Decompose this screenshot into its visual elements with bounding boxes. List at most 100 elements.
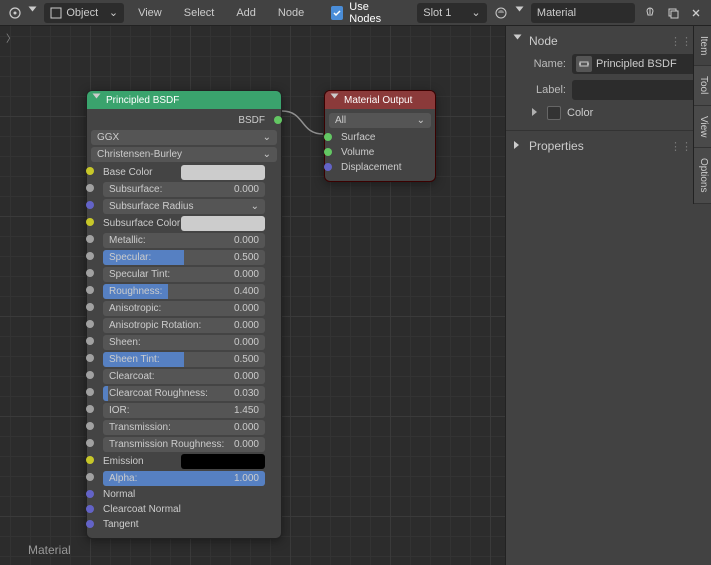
use-nodes-checkbox[interactable] [331, 6, 343, 20]
node-label-input[interactable] [572, 80, 703, 100]
value-slider[interactable]: Specular:0.500 [103, 250, 265, 265]
socket-input[interactable] [324, 148, 332, 156]
node-header[interactable]: Material Output [325, 91, 435, 109]
socket-input[interactable] [86, 371, 94, 379]
new-material-icon[interactable] [664, 3, 681, 23]
socket-input[interactable] [86, 286, 94, 294]
panel-title: Node [529, 34, 558, 48]
panel-header-properties[interactable]: Properties ⋮⋮⋮ [514, 135, 703, 157]
value-slider[interactable]: Roughness:0.400 [103, 284, 265, 299]
socket-input[interactable] [86, 320, 94, 328]
node-header[interactable]: Principled BSDF [87, 91, 281, 109]
node-editor-area[interactable]: 〉 Material Principled BSDF BSDF GGX ⌄ [0, 26, 505, 565]
distribution-dropdown[interactable]: GGX ⌄ [91, 130, 277, 145]
socket-input[interactable] [86, 456, 94, 464]
value-slider[interactable]: Specular Tint:0.000 [103, 267, 265, 282]
socket-input[interactable] [86, 388, 94, 396]
menu-add[interactable]: Add [228, 3, 264, 23]
value-slider[interactable]: Subsurface:0.000 [103, 182, 265, 197]
panel-title: Properties [529, 139, 584, 153]
vector-dropdown[interactable]: Subsurface Radius⌄ [103, 199, 265, 214]
socket-input[interactable] [86, 490, 94, 498]
collapse-icon[interactable] [93, 95, 102, 106]
color-swatch[interactable] [181, 165, 265, 180]
material-name-input[interactable]: Material [531, 3, 635, 23]
socket-input[interactable] [86, 201, 94, 209]
socket-input[interactable] [324, 133, 332, 141]
color-checkbox[interactable] [547, 106, 561, 120]
material-browse-chevron-icon[interactable] [516, 7, 525, 19]
chevron-down-icon: ⌄ [471, 6, 480, 19]
socket-input[interactable] [86, 269, 94, 277]
input-surface: Surface [329, 130, 431, 145]
output-target-value: All [335, 115, 346, 126]
prop-value: 0.000 [234, 235, 259, 246]
disclosure-icon [514, 140, 523, 152]
input-label: Volume [341, 147, 374, 158]
panel-header-node[interactable]: Node ⋮⋮⋮ [514, 30, 703, 52]
editor-type-chevron-icon[interactable] [29, 7, 38, 19]
socket-input[interactable] [86, 235, 94, 243]
unlink-icon[interactable] [688, 3, 705, 23]
prop-label: Roughness: [109, 286, 234, 297]
value-slider[interactable]: Anisotropic:0.000 [103, 301, 265, 316]
value-slider[interactable]: Metallic:0.000 [103, 233, 265, 248]
chevron-down-icon: ⌄ [417, 115, 425, 126]
value-slider[interactable]: Sheen:0.000 [103, 335, 265, 350]
tab-options[interactable]: Options [694, 148, 711, 203]
color-swatch[interactable] [181, 216, 265, 231]
socket-input[interactable] [86, 439, 94, 447]
socket-input[interactable] [86, 337, 94, 345]
node-material-output[interactable]: Material Output All ⌄ SurfaceVolumeDispl… [324, 90, 436, 182]
pin-icon[interactable] [641, 3, 658, 23]
node-name-input[interactable]: Principled BSDF [572, 54, 703, 74]
value-slider[interactable]: Transmission Roughness:0.000 [103, 437, 265, 452]
value-slider[interactable]: Anisotropic Rotation:0.000 [103, 318, 265, 333]
socket-input[interactable] [86, 473, 94, 481]
prop-label: Alpha: [109, 473, 234, 484]
socket-input[interactable] [86, 505, 94, 513]
prop-clearcoat-roughness-: Clearcoat Roughness:0.030 [91, 385, 277, 402]
slot-dropdown[interactable]: Slot 1 ⌄ [417, 3, 486, 23]
output-target-dropdown[interactable]: All ⌄ [329, 113, 431, 128]
socket-input[interactable] [86, 422, 94, 430]
input-volume: Volume [329, 145, 431, 160]
value-slider[interactable]: IOR:1.450 [103, 403, 265, 418]
socket-input[interactable] [86, 405, 94, 413]
color-swatch[interactable] [181, 454, 265, 469]
menu-view[interactable]: View [130, 3, 170, 23]
prop-label: Specular: [109, 252, 234, 263]
value-slider[interactable]: Alpha:1.000 [103, 471, 265, 486]
prop-subsurface-color: Subsurface Color [91, 215, 277, 232]
prop-value: 0.000 [234, 184, 259, 195]
socket-output-bsdf[interactable] [274, 116, 282, 124]
material-browse-icon[interactable] [493, 3, 510, 23]
value-slider[interactable]: Clearcoat Roughness:0.030 [103, 386, 265, 401]
socket-input[interactable] [86, 167, 94, 175]
breadcrumb[interactable]: 〉 [6, 30, 16, 45]
editor-type-icon[interactable] [6, 3, 23, 23]
interaction-mode-dropdown[interactable]: Object ⌄ [44, 3, 124, 23]
tab-tool[interactable]: Tool [694, 66, 711, 105]
socket-input[interactable] [86, 303, 94, 311]
menu-select[interactable]: Select [176, 3, 223, 23]
socket-input[interactable] [86, 354, 94, 362]
value-slider[interactable]: Sheen Tint:0.500 [103, 352, 265, 367]
value-slider[interactable]: Clearcoat:0.000 [103, 369, 265, 384]
socket-input[interactable] [86, 520, 94, 528]
tab-item[interactable]: Item [694, 26, 711, 66]
collapse-icon[interactable] [331, 95, 340, 106]
tab-view[interactable]: View [694, 106, 711, 149]
value-slider[interactable]: Transmission:0.000 [103, 420, 265, 435]
menu-node[interactable]: Node [270, 3, 312, 23]
socket-input[interactable] [86, 218, 94, 226]
prop-anisotropic-: Anisotropic:0.000 [91, 300, 277, 317]
prop-value: 0.000 [234, 371, 259, 382]
socket-input[interactable] [86, 184, 94, 192]
socket-input[interactable] [324, 163, 332, 171]
chevron-down-icon: ⌄ [263, 132, 271, 143]
disclosure-icon[interactable] [532, 107, 541, 119]
node-principled-bsdf[interactable]: Principled BSDF BSDF GGX ⌄ Christensen-B… [86, 90, 282, 539]
socket-input[interactable] [86, 252, 94, 260]
sss-method-dropdown[interactable]: Christensen-Burley ⌄ [91, 147, 277, 162]
